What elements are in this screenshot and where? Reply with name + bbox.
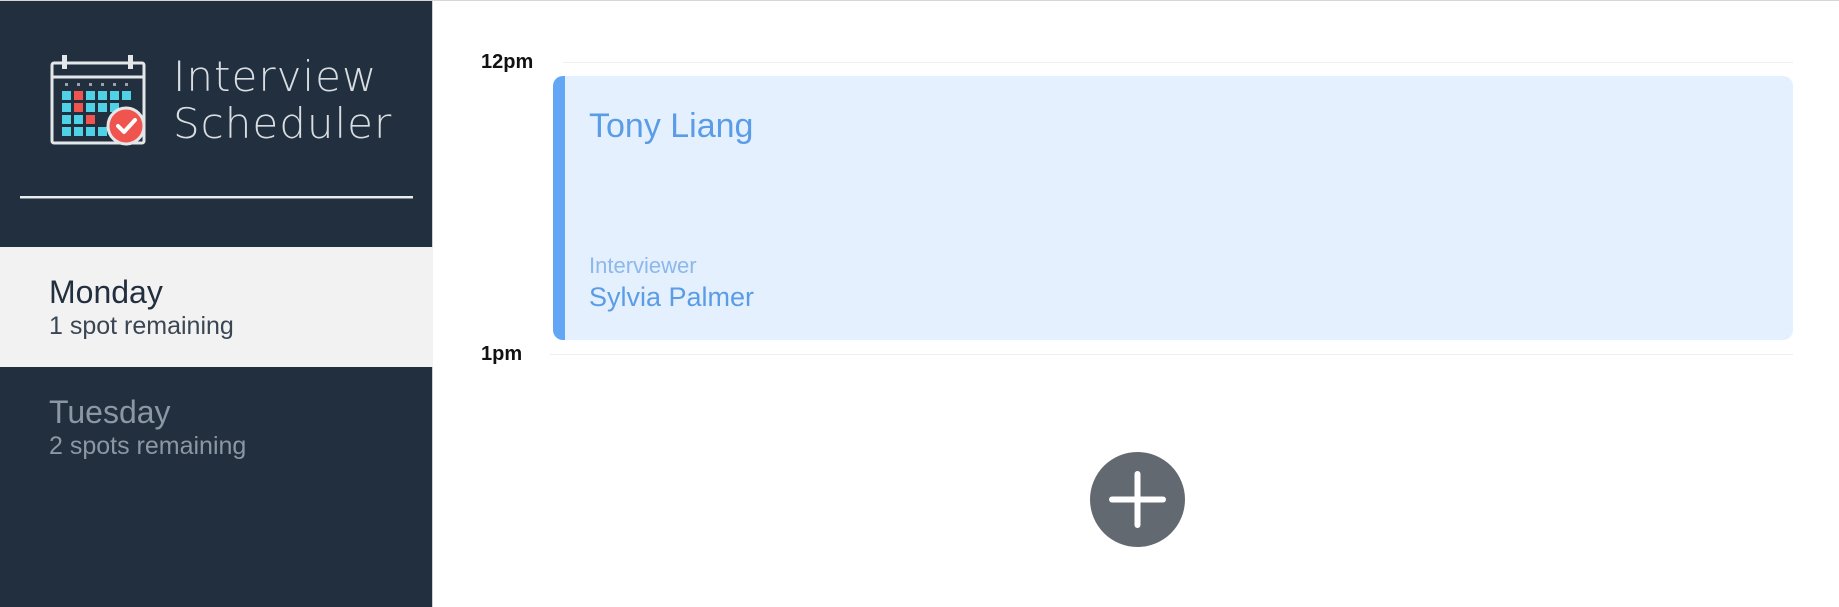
appointment-accent-bar [553,76,565,340]
plus-icon [1109,471,1166,528]
time-divider [550,354,1793,355]
sidebar-divider [20,196,413,199]
time-label-12pm: 12pm [481,51,534,73]
day-spots-remaining: 1 spot remaining [49,312,234,340]
calendar-check-icon [50,55,146,146]
appointment-card[interactable]: Tony Liang Interviewer Sylvia Palmer [553,76,1793,340]
add-appointment-button[interactable] [1090,452,1185,547]
app-title: Interview Scheduler [173,53,392,147]
day-item-tuesday[interactable]: Tuesday 2 spots remaining [0,367,433,487]
day-name: Tuesday [49,394,171,430]
time-divider [563,62,1793,63]
student-name: Tony Liang [589,107,754,145]
time-label-1pm: 1pm [481,343,523,365]
day-spots-remaining: 2 spots remaining [49,432,247,460]
interviewer-name: Sylvia Palmer [589,282,755,312]
day-name: Monday [49,274,163,310]
app-title-line-2: Scheduler [173,99,393,148]
interviewer-label: Interviewer [589,253,697,278]
schedule: 12pm Tony Liang Interviewer Sylvia Palme… [433,1,1839,607]
app-title-line-1: Interview [173,52,378,101]
sidebar: Interview Scheduler Monday 1 spot remain… [0,1,433,607]
day-item-monday[interactable]: Monday 1 spot remaining [0,247,433,367]
interview-scheduler-app: Interview Scheduler Monday 1 spot remain… [0,0,1839,607]
